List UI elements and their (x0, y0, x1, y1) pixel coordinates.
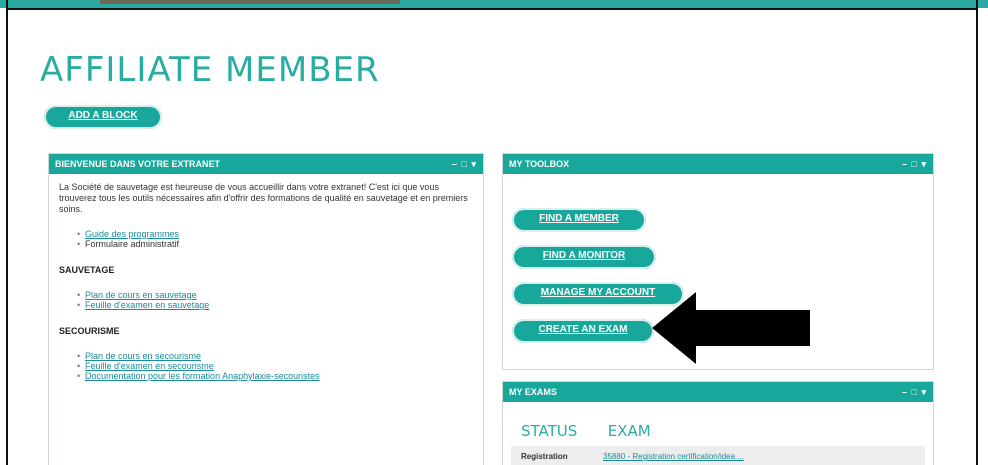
exam-status-cell: Registration (521, 452, 568, 461)
panel-controls-icon[interactable]: – □ ▾ (902, 154, 927, 174)
welcome-panel-header: BIENVENUE DANS VOTRE EXTRANET – □ ▾ (49, 154, 483, 174)
panel-controls-icon[interactable]: – □ ▾ (452, 154, 477, 174)
exam-column-header: EXAM (607, 422, 651, 440)
table-row: Registration 35880 - Registration certif… (511, 446, 925, 465)
documentation-anaphylaxie-link[interactable]: Documentation pour les formation Anaphyl… (85, 371, 320, 381)
list-item: Formulaire administratif (77, 239, 473, 249)
welcome-panel-title: BIENVENUE DANS VOTRE EXTRANET (55, 159, 221, 169)
status-column-header: STATUS (521, 422, 578, 440)
frame-border-right (976, 0, 978, 465)
guide-programmes-link[interactable]: Guide des programmes (85, 229, 179, 239)
find-monitor-button[interactable]: FIND A MONITOR (512, 245, 656, 269)
plan-cours-secourisme-link[interactable]: Plan de cours en secourisme (85, 351, 201, 361)
plan-cours-sauvetage-link[interactable]: Plan de cours en sauvetage (85, 290, 197, 300)
find-member-button[interactable]: FIND A MEMBER (512, 208, 646, 232)
sauvetage-heading: SAUVETAGE (59, 265, 115, 275)
list-item[interactable]: Plan de cours en secourisme (77, 351, 473, 361)
list-item[interactable]: Feuille d'examen en secourisme (77, 361, 473, 371)
general-links-list: Guide des programmes Formulaire administ… (77, 229, 473, 249)
list-item[interactable]: Plan de cours en sauvetage (77, 290, 473, 300)
left-arrow-icon (652, 292, 810, 364)
add-block-button[interactable]: ADD A BLOCK (44, 105, 162, 129)
toolbox-panel-title: MY TOOLBOX (509, 159, 570, 169)
page-title: AFFILIATE MEMBER (40, 50, 380, 90)
toolbox-panel-header: MY TOOLBOX – □ ▾ (503, 154, 933, 174)
list-item[interactable]: Guide des programmes (77, 229, 473, 239)
panel-controls-icon[interactable]: – □ ▾ (902, 382, 927, 402)
header-banner (0, 0, 988, 8)
exams-panel-header: MY EXAMS – □ ▾ (503, 382, 933, 402)
exam-link[interactable]: 35880 - Registration certification/idea … (603, 446, 744, 465)
welcome-panel: BIENVENUE DANS VOTRE EXTRANET – □ ▾ La S… (48, 153, 484, 465)
welcome-intro-text: La Société de sauvetage est heureuse de … (59, 182, 468, 214)
sauvetage-links-list: Plan de cours en sauvetage Feuille d'exa… (77, 290, 473, 310)
exams-panel: MY EXAMS – □ ▾ STATUS EXAM Registration … (502, 381, 934, 465)
secourisme-heading: SECOURISME (59, 326, 120, 336)
list-item[interactable]: Feuille d'examen en sauvetage (77, 300, 473, 310)
list-item[interactable]: Documentation pour les formation Anaphyl… (77, 371, 473, 381)
feuille-examen-sauvetage-link[interactable]: Feuille d'examen en sauvetage (85, 300, 209, 310)
banner-image (100, 0, 400, 4)
secourisme-links-list: Plan de cours en secourisme Feuille d'ex… (77, 351, 473, 381)
exams-panel-title: MY EXAMS (509, 387, 557, 397)
frame-border-left (6, 0, 8, 465)
exams-column-headers: STATUS EXAM (521, 422, 651, 440)
formulaire-admin-text: Formulaire administratif (85, 239, 180, 249)
feuille-examen-secourisme-link[interactable]: Feuille d'examen en secourisme (85, 361, 214, 371)
create-exam-button[interactable]: CREATE AN EXAM (512, 319, 654, 343)
welcome-panel-body: La Société de sauvetage est heureuse de … (49, 174, 483, 389)
frame-border-top (6, 8, 978, 10)
